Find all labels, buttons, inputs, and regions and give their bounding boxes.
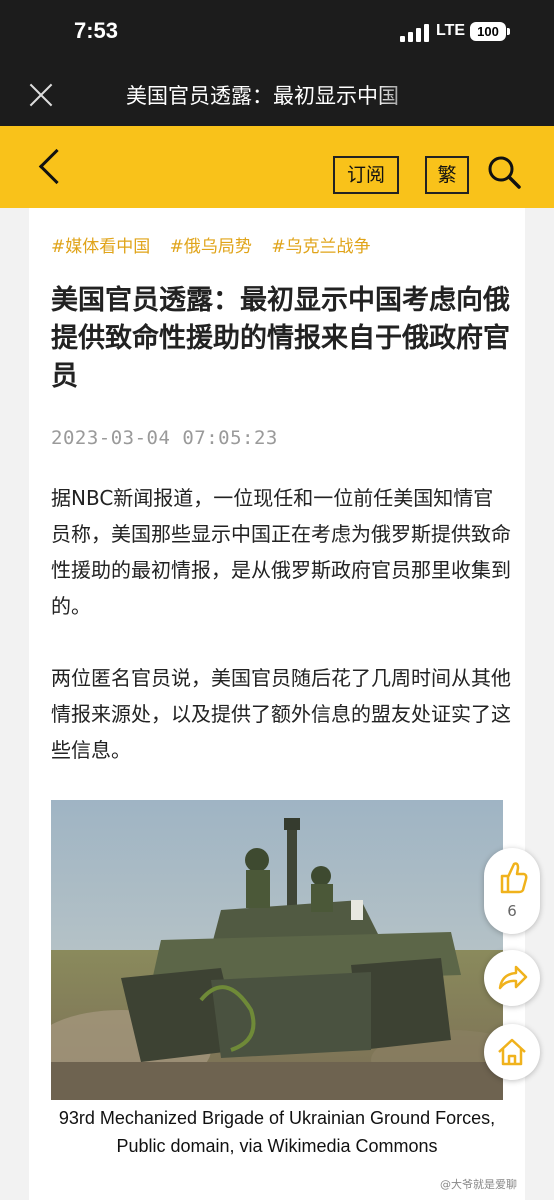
tag-link[interactable]: #俄乌局势 (170, 237, 252, 257)
image-caption: 93rd Mechanized Brigade of Ukrainian Gro… (58, 1108, 496, 1156)
window-title: 美国官员透露：最初显示中国 (126, 84, 399, 108)
like-count: 6 (507, 902, 517, 920)
close-icon[interactable] (28, 82, 54, 108)
like-button[interactable]: 6 (484, 848, 540, 934)
article-paragraph: 据NBC新闻报道，一位现任和一位前任美国知情官员称，美国那些显示中国正在考虑为俄… (51, 486, 511, 618)
traditional-chinese-button[interactable]: 繁 (425, 156, 469, 194)
tag-link[interactable]: #媒体看中国 (51, 237, 150, 257)
battery-icon: 100 (470, 22, 510, 41)
home-icon (498, 1038, 526, 1066)
share-button[interactable] (484, 950, 540, 1006)
article-headline: 美国官员透露：最初显示中国考虑向俄提供致命性援助的情报来自于俄政府官员 (51, 285, 510, 392)
watermark: @大爷就是爱聊 (440, 1178, 517, 1191)
tank-photo (51, 800, 503, 1100)
thumbs-up-icon (500, 862, 528, 894)
article-card: #媒体看中国 #俄乌局势 #乌克兰战争 美国官员透露：最初显示中国考虑向俄提供致… (29, 208, 525, 1200)
nav-bar: 订阅 繁 (0, 126, 554, 208)
signal-icon (400, 24, 430, 42)
status-time: 7:53 (74, 18, 119, 43)
share-arrow-icon (498, 965, 528, 990)
tag-link[interactable]: #乌克兰战争 (271, 237, 370, 257)
status-bar: 7:53 LTE 100 (0, 0, 554, 66)
article-paragraph: 两位匿名官员说，美国官员随后花了几周时间从其他情报来源处，以及提供了额外信息的盟… (51, 666, 511, 762)
browser-title-bar: 美国官员透露：最初显示中国 (0, 66, 554, 126)
search-icon[interactable] (486, 154, 522, 190)
tag-list: #媒体看中国 #俄乌局势 #乌克兰战争 (51, 232, 385, 257)
home-button[interactable] (484, 1024, 540, 1080)
back-icon[interactable] (38, 148, 75, 185)
article-date: 2023-03-04 07:05:23 (51, 427, 278, 449)
network-label: LTE (436, 22, 466, 39)
subscribe-button[interactable]: 订阅 (333, 156, 399, 194)
